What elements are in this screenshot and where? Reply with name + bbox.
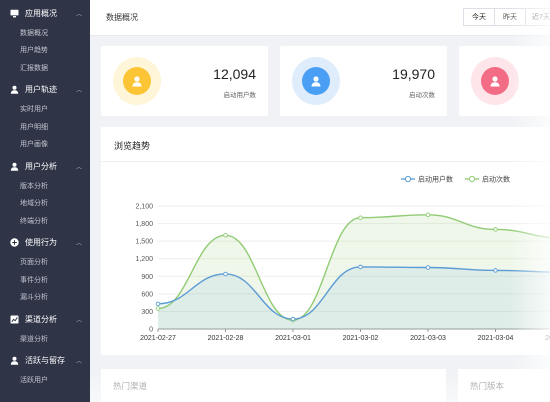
y-tick-label: 600 — [141, 291, 153, 298]
x-tick-label: 2021-03-05 — [545, 335, 550, 342]
stat-icon-ring — [471, 57, 519, 105]
sidebar-section-2[interactable]: 用户分析 ︿ — [0, 155, 90, 177]
hot-channel-panel: 热门渠道 — [101, 369, 446, 402]
users-icon — [10, 162, 19, 171]
user-icon — [10, 85, 19, 94]
hot-version-panel: 热门版本 — [458, 369, 550, 402]
stat-value: 12,094 — [213, 66, 256, 82]
date-range-group: 今天 昨天 近7天 — [463, 8, 550, 26]
date-button-last7days[interactable]: 近7天 — [525, 8, 550, 26]
x-tick-label: 2021-03-03 — [410, 335, 446, 342]
chart-icon — [10, 315, 19, 324]
sidebar-item[interactable]: 用户趋势 — [0, 42, 90, 60]
legend-label: 启动次数 — [482, 175, 510, 184]
sidebar-section-label: 用户分析 — [25, 161, 57, 171]
trend-panel: 浏览趋势 0 300 600 900 1,200 1,500 1,800 2,100 2021-… — [101, 127, 550, 355]
x-tick-label: 2021-03-02 — [343, 335, 379, 342]
stat-label: 启动次数 — [409, 92, 435, 99]
stat-icon-ring — [292, 57, 340, 105]
user-icon — [10, 356, 19, 365]
sidebar-item[interactable]: 汇报数据 — [0, 59, 90, 77]
y-tick-label: 900 — [141, 274, 153, 281]
sidebar-section-3[interactable]: 使用行为 ︿ — [0, 232, 90, 254]
x-tick-label: 2021-02-27 — [140, 335, 176, 342]
date-button-yesterday[interactable]: 昨天 — [494, 8, 526, 26]
sidebar-item[interactable]: 地域分析 — [0, 195, 90, 213]
user-icon — [123, 67, 151, 95]
trend-chart: 0 300 600 900 1,200 1,500 1,800 2,100 2021-02-27… — [135, 175, 550, 342]
sidebar-item[interactable]: 事件分析 — [0, 271, 90, 289]
date-button-today[interactable]: 今天 — [463, 8, 495, 26]
sidebar-item[interactable]: 活跃用户 — [0, 372, 90, 390]
sidebar-section-label: 渠道分析 — [25, 314, 57, 324]
sidebar-item[interactable]: 页面分析 — [0, 254, 90, 272]
sidebar-section-label: 用户轨迹 — [25, 85, 57, 94]
data-point — [493, 268, 498, 273]
user-icon — [481, 67, 509, 95]
panel-title: 热门版本 — [470, 381, 505, 391]
stat-value: 19,970 — [392, 66, 435, 82]
sidebar-item[interactable]: 渠道分析 — [0, 330, 90, 348]
sidebar-section-label: 活跃与留存 — [25, 356, 65, 365]
data-point — [425, 265, 431, 270]
plus-circle-icon — [10, 238, 19, 247]
chevron-up-icon: ︿ — [75, 11, 82, 18]
chevron-up-icon: ︿ — [75, 164, 82, 171]
data-point — [493, 227, 498, 232]
y-tick-label: 300 — [141, 309, 153, 316]
data-point — [155, 306, 161, 311]
y-tick-label: 2,100 — [135, 204, 153, 211]
sidebar-section-0[interactable]: 应用概况 ︿ — [0, 2, 90, 24]
y-tick-label: 1,800 — [135, 221, 153, 228]
sidebar-item[interactable]: 数据概况 — [0, 24, 90, 42]
data-point — [425, 212, 431, 218]
stat-label: 启动用户数 — [223, 92, 257, 99]
top-bar: 数据概况 今天 昨天 近7天 — [90, 0, 550, 36]
stat-card-third — [459, 46, 550, 116]
series-area-0 — [158, 266, 550, 329]
sidebar-item[interactable]: 用户明细 — [0, 118, 90, 136]
panel-title: 热门渠道 — [113, 381, 148, 391]
chevron-up-icon: ︿ — [75, 317, 82, 324]
user-icon — [302, 67, 330, 95]
legend-swatch-point — [468, 175, 476, 183]
sidebar-section-1[interactable]: 用户轨迹 ︿ — [0, 79, 90, 101]
chevron-up-icon: ︿ — [75, 359, 82, 365]
data-point — [358, 215, 363, 220]
monitor-icon — [10, 9, 19, 18]
y-tick-label: 1,200 — [135, 256, 153, 263]
stat-icon-ring — [113, 57, 161, 105]
sidebar-section-label: 使用行为 — [25, 238, 57, 247]
data-point — [290, 316, 296, 322]
stat-card-start-users: 12,094 启动用户数 — [101, 46, 268, 116]
data-point — [223, 271, 228, 277]
legend-label: 启动用户数 — [418, 175, 453, 184]
sidebar-section-label: 应用概况 — [25, 8, 57, 18]
sidebar-section-5[interactable]: 活跃与留存 ︿ — [0, 350, 90, 372]
sidebar-item[interactable]: 终端分析 — [0, 212, 90, 230]
sidebar-item[interactable]: 漏斗分析 — [0, 289, 90, 307]
chevron-up-icon: ︿ — [75, 88, 82, 94]
x-tick-label: 2021-03-04 — [478, 335, 514, 342]
data-point — [358, 264, 363, 270]
x-tick-label: 2021-03-01 — [275, 335, 311, 342]
chevron-up-icon: ︿ — [75, 241, 82, 247]
page-title: 数据概况 — [106, 13, 138, 22]
legend-swatch-point — [404, 175, 412, 183]
data-point — [155, 301, 161, 307]
sidebar-item[interactable]: 实时用户 — [0, 101, 90, 119]
y-tick-label: 0 — [149, 327, 153, 334]
sidebar-section-4[interactable]: 渠道分析 ︿ — [0, 308, 90, 330]
data-point — [223, 233, 228, 238]
y-tick-label: 1,500 — [135, 239, 153, 246]
stat-card-start-count: 19,970 启动次数 — [280, 46, 447, 116]
sidebar: 应用概况 ︿ 数据概况 用户趋势 汇报数据用户轨迹 ︿ 实时用户 用户明细 用户画像用户分析 ︿ 版… — [0, 0, 90, 402]
sidebar-item[interactable]: 版本分析 — [0, 177, 90, 195]
x-tick-label: 2021-02-28 — [208, 335, 244, 342]
sidebar-item[interactable]: 用户画像 — [0, 136, 90, 154]
